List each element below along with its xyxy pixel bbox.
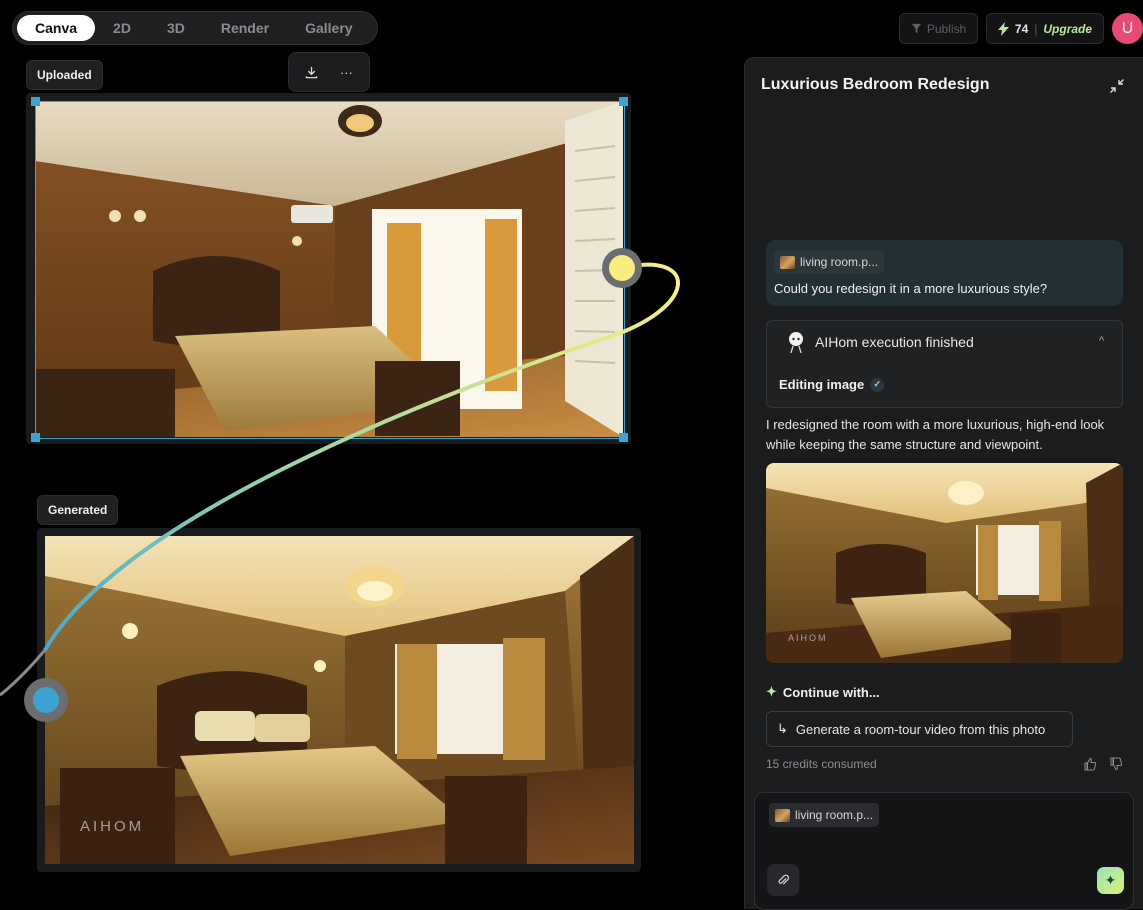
credits-consumed: 15 credits consumed [766, 757, 877, 771]
thumb-up-icon[interactable] [1083, 757, 1097, 771]
avatar[interactable]: U [1112, 13, 1143, 44]
robot-icon [789, 332, 803, 354]
more-options-button[interactable]: ··· [334, 60, 358, 84]
paperclip-button[interactable] [767, 864, 799, 896]
tab-render[interactable]: Render [203, 15, 287, 41]
user-message: living room.p... Could you redesign it i… [766, 240, 1123, 306]
paperclip-icon [778, 874, 790, 885]
chevron-up-icon[interactable]: ^ [1099, 335, 1104, 347]
composer-attachment-name: living room.p... [795, 808, 874, 822]
resize-handle-top-left[interactable] [31, 97, 40, 106]
execution-step: Editing image ✓ [779, 377, 885, 392]
resize-handle-top-right[interactable] [619, 97, 628, 106]
mode-tabs: Canva 2D 3D Render Gallery [12, 11, 378, 45]
user-message-text: Could you redesign it in a more luxuriou… [774, 281, 1048, 296]
composer-attachment-chip[interactable]: living room.p... [769, 803, 880, 827]
lightning-icon [997, 21, 1009, 36]
resize-handle-bottom-right[interactable] [619, 433, 628, 442]
message-composer[interactable]: living room.p... ✦ [754, 792, 1134, 910]
attachment-name: living room.p... [800, 255, 879, 269]
collapse-icon[interactable] [1109, 78, 1125, 94]
execution-card[interactable]: AIHom execution finished ^ Editing image… [766, 320, 1123, 408]
execution-step-label: Editing image [779, 377, 865, 392]
continue-label: Continue with... [782, 684, 880, 700]
composer-image-thumbnail [775, 808, 790, 822]
resize-handle-bottom-left[interactable] [31, 433, 40, 442]
uploaded-image [35, 101, 623, 437]
assistant-reply: I redesigned the room with a more luxuri… [766, 417, 1105, 452]
generated-label: Generated [37, 495, 119, 525]
return-arrow-icon: ↳ [777, 721, 788, 736]
generated-image: AIHOM [45, 536, 634, 864]
tab-gallery[interactable]: Gallery [287, 15, 370, 41]
image-thumbnail [780, 255, 795, 269]
node-toolbar: ··· [288, 52, 370, 92]
tab-3d[interactable]: 3D [149, 15, 203, 41]
publish-label: Publish [926, 21, 967, 36]
check-icon: ✓ [870, 377, 885, 392]
uploaded-label: Uploaded [26, 60, 103, 90]
publish-button[interactable]: Publish [899, 13, 978, 44]
result-watermark: AIHOM [788, 633, 828, 643]
execution-title: AIHom execution finished [815, 334, 974, 350]
watermark-text: AIHOM [80, 818, 144, 835]
attachment-chip[interactable]: living room.p... [774, 250, 885, 274]
credits-separator: | [1034, 21, 1038, 36]
continue-heading: ✦ Continue with... [766, 684, 880, 700]
suggestion-button[interactable]: ↳ Generate a room-tour video from this p… [766, 711, 1073, 747]
suggestion-label: Generate a room-tour video from this pho… [795, 721, 1046, 737]
credits-count: 74 [1014, 21, 1029, 36]
send-button[interactable]: ✦ [1097, 867, 1124, 894]
chat-panel: Luxurious Bedroom Redesign living room.p… [744, 57, 1143, 910]
credits-badge[interactable]: 74 | Upgrade [986, 13, 1104, 44]
funnel-icon [911, 23, 921, 34]
upgrade-link[interactable]: Upgrade [1043, 22, 1092, 36]
result-thumbnail[interactable]: AIHOM [766, 463, 1123, 663]
tab-2d[interactable]: 2D [95, 15, 149, 41]
download-icon[interactable] [300, 60, 324, 84]
tab-canva[interactable]: Canva [17, 15, 96, 41]
sparkle-icon: ✦ [766, 684, 777, 699]
sparkle-send-icon: ✦ [1104, 872, 1117, 888]
page-title: Luxurious Bedroom Redesign [761, 76, 990, 93]
thumb-down-icon[interactable] [1109, 757, 1123, 771]
